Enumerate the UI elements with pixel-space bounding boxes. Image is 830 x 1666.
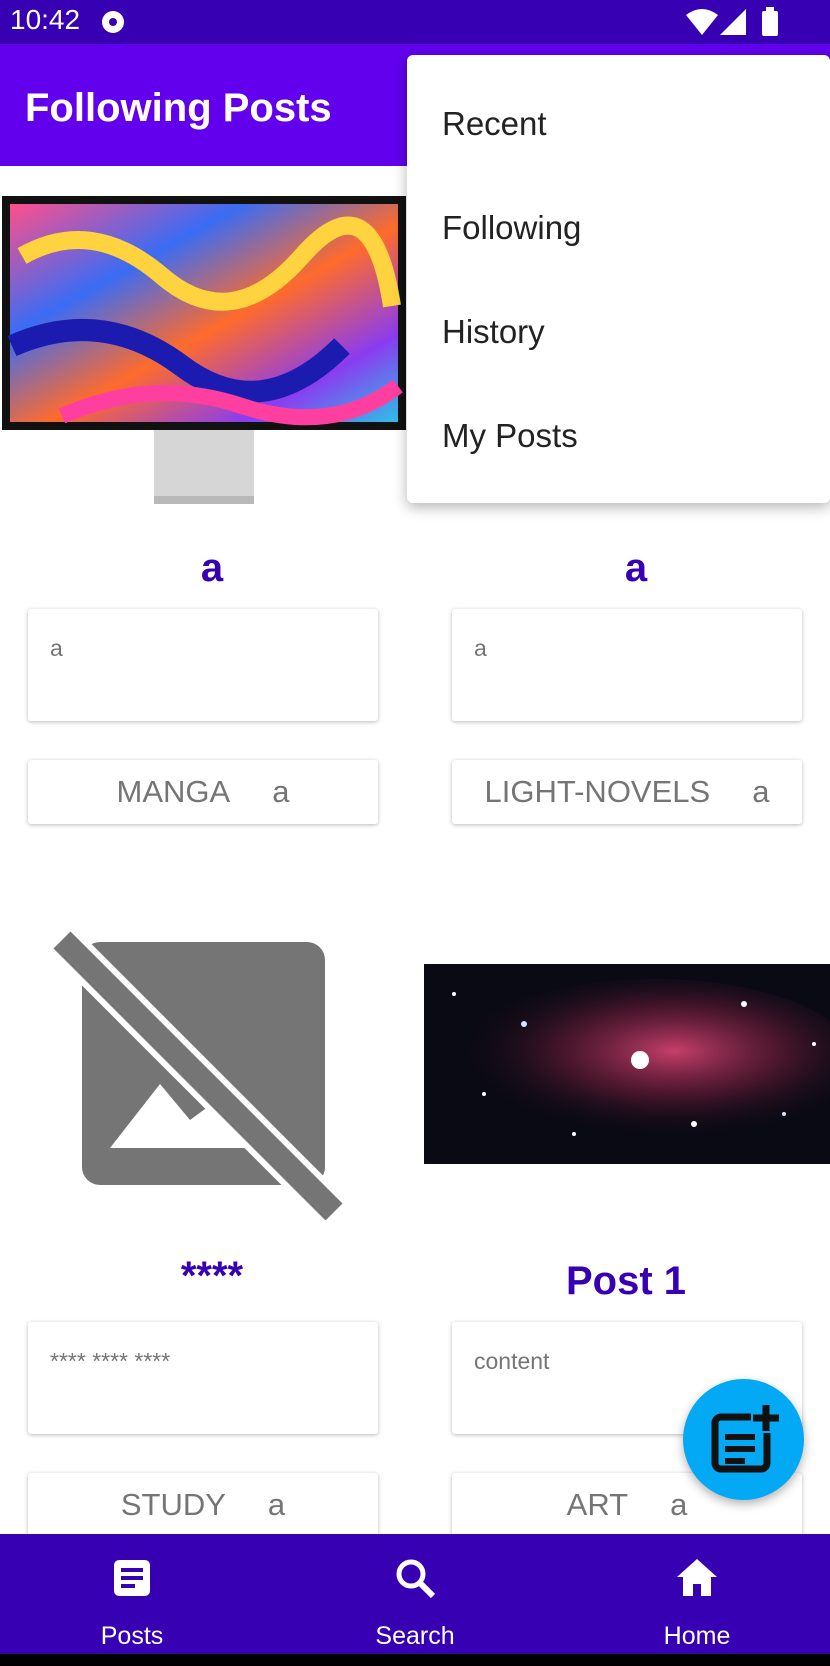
- search-icon: [396, 1559, 436, 1599]
- nav-home[interactable]: Home: [612, 1534, 782, 1654]
- notification-icon: [102, 11, 124, 33]
- nav-posts-label: Posts: [100, 1622, 164, 1650]
- category-label: LIGHT-NOVELS: [484, 774, 711, 809]
- new-post-button[interactable]: [683, 1379, 804, 1500]
- author-label: a: [752, 774, 770, 809]
- post-category: MANGA a: [28, 760, 378, 824]
- new-post-icon: [711, 1403, 781, 1473]
- wifi-icon: [686, 9, 718, 35]
- signal-icon: [720, 9, 746, 35]
- author-label: a: [267, 1487, 286, 1522]
- menu-item-recent[interactable]: Recent: [442, 105, 547, 143]
- post-content-text: content: [474, 1348, 550, 1374]
- nav-search[interactable]: Search: [330, 1534, 500, 1654]
- post-content: **** **** ****: [28, 1322, 378, 1434]
- author-label: a: [272, 774, 290, 809]
- status-time: 10:42: [10, 4, 81, 35]
- battery-icon: [762, 7, 778, 36]
- system-nav-bar: [0, 1654, 830, 1666]
- post-title: ****: [180, 1254, 244, 1298]
- post-image-space: [424, 964, 830, 1164]
- status-bar: 10:42: [0, 0, 830, 44]
- bottom-navigation: Posts Search Home: [0, 1534, 830, 1654]
- post-title: a: [624, 546, 648, 590]
- posts-icon: [114, 1560, 150, 1596]
- post-content-text: a: [50, 635, 63, 661]
- post-content: a: [28, 609, 378, 721]
- category-label: MANGA: [116, 774, 231, 809]
- page-title: Following Posts: [25, 86, 332, 130]
- nav-posts[interactable]: Posts: [47, 1534, 217, 1654]
- menu-item-following[interactable]: Following: [442, 209, 581, 247]
- menu-item-history[interactable]: History: [442, 313, 545, 351]
- post-content-text: a: [474, 635, 487, 661]
- author-label: a: [670, 1487, 688, 1522]
- post-category: LIGHT-NOVELS a: [452, 760, 802, 824]
- category-label: STUDY: [120, 1487, 226, 1522]
- menu-item-my-posts[interactable]: My Posts: [442, 417, 578, 455]
- post-title: Post 1: [565, 1259, 687, 1303]
- category-label: ART: [566, 1487, 629, 1522]
- nav-home-label: Home: [663, 1622, 731, 1650]
- nav-search-label: Search: [375, 1622, 455, 1650]
- home-icon: [677, 1559, 717, 1596]
- post-content: a: [452, 609, 802, 721]
- post-image-monitor: [2, 196, 406, 504]
- post-category: STUDY a: [28, 1473, 378, 1537]
- overflow-menu: Recent Following History My Posts: [407, 55, 830, 503]
- image-off-icon: [50, 930, 347, 1220]
- post-content-text: **** **** ****: [50, 1348, 171, 1374]
- post-title: a: [200, 546, 224, 590]
